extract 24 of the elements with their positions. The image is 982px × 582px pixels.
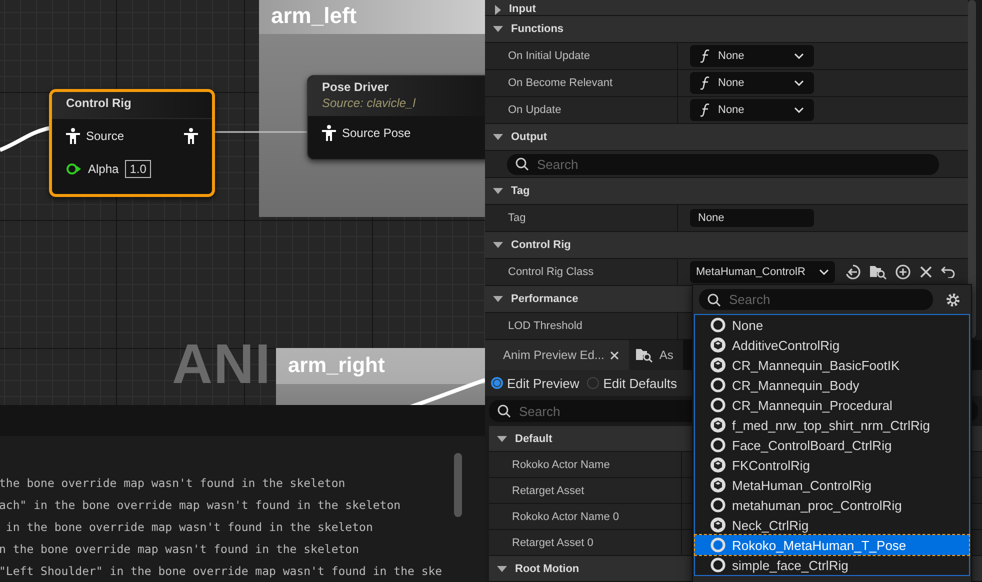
property-label: Control Rig Class bbox=[485, 259, 678, 285]
property-label: Retarget Asset bbox=[489, 478, 682, 503]
property-label: Retarget Asset 0 bbox=[489, 530, 682, 555]
log-line: "Left Shoulder" in the bone override map wasn't found in the ske bbox=[0, 563, 444, 580]
property-label: Rokoko Actor Name 0 bbox=[489, 504, 682, 529]
node-title: Pose Driver bbox=[322, 80, 390, 94]
property-label: On Become Relevant bbox=[485, 70, 678, 96]
property-label: LOD Threshold bbox=[485, 313, 678, 339]
log-line: n the bone override map wasn't found in the skeleton bbox=[0, 541, 360, 558]
log-line: the bone override map wasn't found in the skeleton bbox=[0, 475, 346, 492]
node-subtitle: Source: clavicle_l bbox=[322, 96, 417, 110]
property-label: Tag bbox=[485, 205, 678, 231]
comment-title: arm_left bbox=[259, 0, 485, 34]
node-title: Control Rig bbox=[52, 92, 212, 119]
property-label: Rokoko Actor Name bbox=[489, 452, 682, 477]
log-line: ach" in the bone override map wasn't found in the skeleton bbox=[0, 497, 402, 514]
property-label: On Update bbox=[485, 97, 678, 123]
property-label: On Initial Update bbox=[485, 43, 678, 69]
background-label: ANI bbox=[172, 336, 272, 392]
pin-label: Source bbox=[86, 128, 124, 142]
comment-title: arm_right bbox=[276, 348, 485, 384]
pin-label: Source Pose bbox=[342, 126, 411, 140]
pin-label: Alpha bbox=[88, 162, 119, 176]
log-line: in the bone override map wasn't found in the skeleton bbox=[4, 519, 374, 536]
